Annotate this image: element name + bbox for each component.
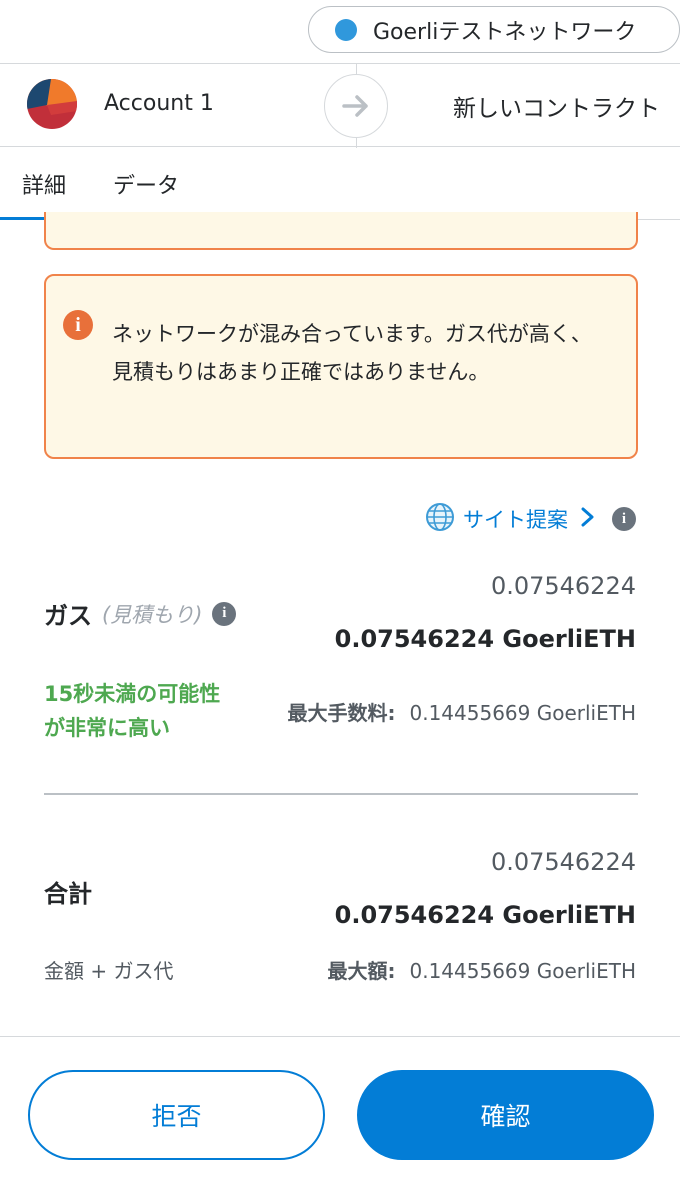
site-suggestion-label[interactable]: サイト提案 (463, 504, 568, 534)
warning-box-partial (44, 212, 638, 250)
sender-account-name[interactable]: Account 1 (104, 91, 214, 116)
max-amount: 最大額: 0.14455669 GoerliETH (327, 955, 636, 984)
total-secondary-value: 0.07546224 GoerliETH (334, 901, 636, 929)
chevron-right-icon[interactable] (576, 506, 598, 532)
network-busy-warning: i ネットワークが混み合っています。ガス代が高く、見積もりはあまり正確ではありま… (44, 274, 638, 459)
tab-data[interactable]: データ (113, 168, 179, 200)
info-icon[interactable]: i (612, 507, 636, 531)
total-sublabel: 金額 + ガス代 (44, 959, 174, 983)
max-fee-label: 最大手数料: (287, 701, 396, 725)
info-circle-icon: i (63, 310, 93, 340)
max-amount-label: 最大額: (327, 959, 396, 983)
footer: 拒否 確認 (0, 1036, 680, 1182)
tab-details[interactable]: 詳細 (22, 168, 66, 200)
gas-secondary-value: 0.07546224 GoerliETH (334, 625, 636, 653)
reject-button[interactable]: 拒否 (28, 1070, 325, 1160)
globe-icon (425, 502, 455, 536)
account-avatar-icon (27, 79, 77, 129)
gas-speed-estimate: 15秒未満の可能性が非常に高い (44, 682, 221, 740)
recipient-label[interactable]: 新しいコントラクト (453, 89, 660, 123)
network-status-dot-icon (335, 18, 357, 41)
warning-text: ネットワークが混み合っています。ガス代が高く、見積もりはあまり正確ではありません… (112, 322, 592, 384)
max-amount-value: 0.14455669 GoerliETH (409, 959, 636, 983)
gas-label: ガス (見積もり) i (44, 596, 237, 631)
total-label: 合計 (44, 880, 92, 908)
total-primary-value: 0.07546224 (490, 848, 636, 876)
network-label: Goerliテストネットワーク (373, 19, 637, 45)
confirm-button[interactable]: 確認 (357, 1070, 654, 1160)
sender-recipient-bar: Account 1 新しいコントラクト (0, 63, 680, 148)
arrow-right-icon (324, 74, 388, 138)
gas-primary-value: 0.07546224 (490, 572, 636, 600)
max-fee: 最大手数料: 0.14455669 GoerliETH (287, 697, 636, 726)
gas-title: ガス (44, 602, 92, 630)
network-selector[interactable]: Goerliテストネットワーク (308, 6, 680, 53)
site-suggestion-link[interactable]: サイト提案 i (425, 502, 636, 536)
section-divider (44, 793, 638, 795)
tab-bar: 詳細 データ (0, 148, 680, 220)
max-fee-value: 0.14455669 GoerliETH (409, 701, 636, 725)
gas-info-icon[interactable]: i (212, 601, 237, 626)
gas-estimate-label: (見積もり) (102, 602, 203, 627)
